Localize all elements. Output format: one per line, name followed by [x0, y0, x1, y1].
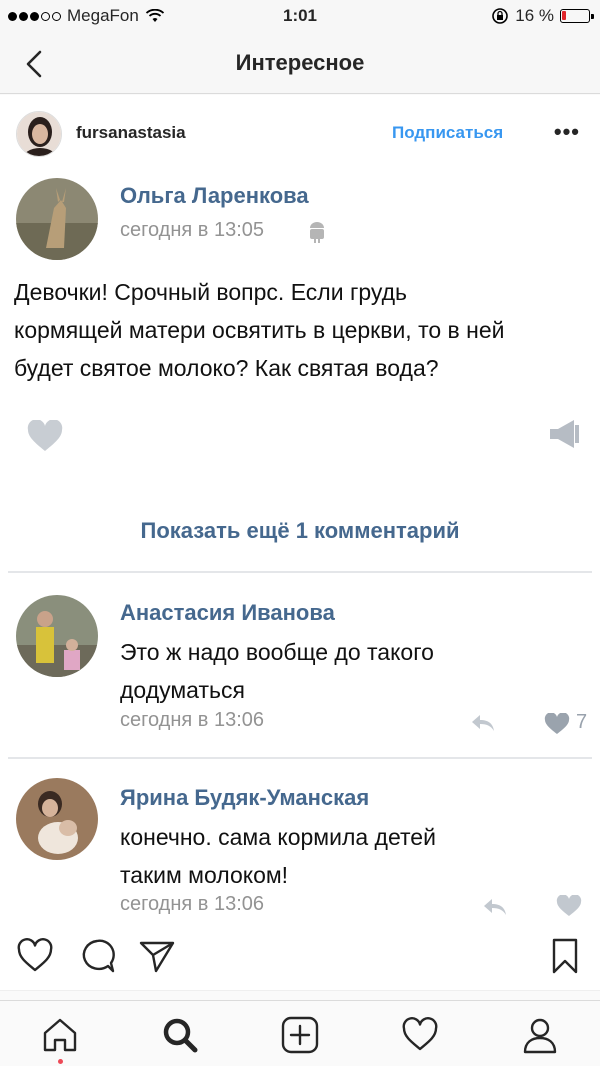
- reply-icon: [472, 715, 494, 731]
- tab-profile[interactable]: [520, 1015, 560, 1055]
- megaphone-icon: [550, 420, 579, 448]
- post-header: fursanastasia Подписаться •••: [0, 95, 600, 173]
- page-title: Интересное: [235, 50, 365, 75]
- heart-icon: [544, 713, 570, 734]
- chevron-left-icon[interactable]: [18, 46, 54, 82]
- search-icon: [163, 1018, 198, 1053]
- tab-add[interactable]: [280, 1015, 320, 1055]
- separator: [8, 571, 592, 573]
- status-right: 16 %: [491, 6, 594, 26]
- comment-text-line: конечно. сама кормила детей: [120, 824, 436, 850]
- like-count: 7: [576, 711, 588, 733]
- comment-text-line: додуматься: [120, 677, 245, 703]
- comment-author: Ярина Будяк-Уманская: [120, 785, 370, 810]
- comment-avatar: [16, 595, 98, 677]
- avatar[interactable]: [16, 111, 62, 157]
- post-photo[interactable]: Ольга Ларенкова сегодня в 13:05 Девочки!…: [0, 173, 600, 921]
- comment-text: конечно. сама кормила детей таким молоко…: [120, 818, 436, 894]
- tab-activity[interactable]: [400, 1015, 440, 1055]
- heart-icon: [27, 420, 63, 451]
- heart-icon[interactable]: [16, 937, 54, 975]
- comment-avatar: [16, 778, 98, 860]
- tab-search[interactable]: [160, 1015, 200, 1055]
- bookmark-icon[interactable]: [546, 937, 584, 975]
- comment-time: сегодня в 13:05: [120, 219, 264, 241]
- comment-avatar: [16, 178, 98, 260]
- battery-icon: [560, 9, 594, 23]
- tab-bar: [0, 1000, 600, 1066]
- comment-text-line: Девочки! Срочный вопрс. Если грудь: [14, 279, 408, 305]
- comment-author: Анастасия Иванова: [120, 600, 335, 625]
- comment-text-line: таким молоком!: [120, 862, 289, 888]
- carrier-name: MegaFon: [67, 6, 139, 25]
- comment-time: сегодня в 13:06: [120, 893, 264, 915]
- more-options-button[interactable]: •••: [554, 119, 580, 145]
- comment-text-line: кормящей матери освятить в церкви, то в …: [14, 317, 505, 343]
- notification-dot: [58, 1059, 63, 1064]
- activity-icon: [402, 1017, 438, 1051]
- comment-icon[interactable]: [78, 937, 116, 975]
- home-icon: [43, 1018, 77, 1052]
- username[interactable]: fursanastasia: [76, 123, 186, 143]
- post-action-bar: [0, 921, 600, 991]
- battery-level: [562, 11, 566, 20]
- comment-text: Это ж надо вообще до такого додуматься: [120, 633, 434, 709]
- rotation-lock-icon: [492, 8, 509, 24]
- show-more-comments: Показать ещё 1 комментарий: [140, 518, 460, 543]
- follow-button[interactable]: Подписаться: [392, 123, 503, 143]
- android-icon: [310, 222, 324, 243]
- add-icon: [281, 1016, 319, 1054]
- tab-home[interactable]: [40, 1015, 80, 1064]
- separator: [8, 757, 592, 759]
- profile-icon: [523, 1018, 557, 1054]
- comment-author: Ольга Ларенкова: [120, 183, 309, 208]
- battery-percent: 16 %: [515, 6, 554, 25]
- paper-plane-icon[interactable]: [138, 937, 176, 975]
- heart-icon: [556, 895, 582, 916]
- comment-time: сегодня в 13:06: [120, 709, 264, 731]
- status-bar: MegaFon 1:01 16 %: [0, 0, 600, 34]
- status-left: MegaFon: [8, 6, 165, 26]
- wifi-icon: [145, 9, 164, 22]
- nav-header: Интересное: [0, 34, 600, 94]
- signal-strength-icon: [8, 11, 61, 21]
- comment-text-line: будет святое молоко? Как святая вода?: [14, 355, 439, 381]
- reply-icon: [484, 899, 506, 915]
- comment-text-line: Это ж надо вообще до такого: [120, 639, 434, 665]
- comment-text: Девочки! Срочный вопрс. Если грудь кормя…: [14, 273, 504, 387]
